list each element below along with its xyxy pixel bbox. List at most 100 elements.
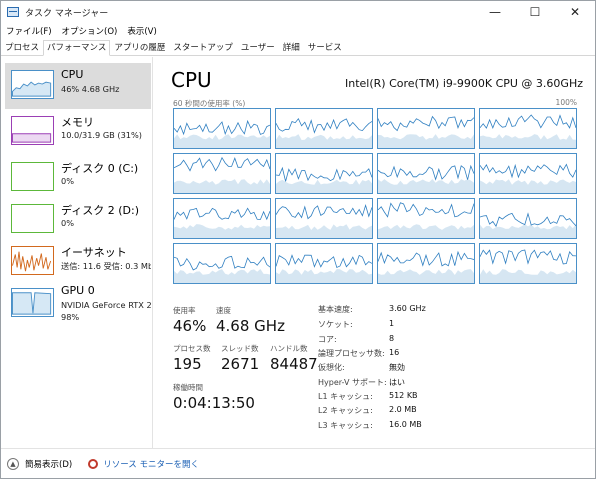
- info-l2-cache-value: 2.0 MB: [389, 405, 417, 414]
- sidebar-item-label: ディスク 0 (C:): [61, 162, 139, 175]
- ethernet-thumbnail-graph: [11, 246, 54, 275]
- disk2-thumbnail-graph: [11, 204, 54, 233]
- logical-processor-graph: [479, 153, 577, 194]
- info-virtualization-value: 無効: [389, 363, 405, 372]
- logical-processor-graph: [275, 108, 373, 149]
- info-l1-cache-value: 512 KB: [389, 391, 418, 400]
- sidebar-item-cpu[interactable]: CPU 46% 4.68 GHz: [5, 63, 151, 109]
- threads-label: スレッド数: [221, 344, 259, 353]
- info-l3-cache-label: L3 キャッシュ:: [318, 421, 373, 430]
- logical-processor-graph: [275, 243, 373, 284]
- uptime-label: 稼働時間: [173, 383, 203, 392]
- tab-performance[interactable]: パフォーマンス: [43, 40, 111, 56]
- graph-max-label: 100%: [555, 98, 577, 107]
- tab-app-history[interactable]: アプリの履歴: [110, 40, 169, 55]
- speed-label: 速度: [216, 306, 231, 315]
- logical-processor-graph: [275, 198, 373, 239]
- tab-strip: プロセス パフォーマンス アプリの履歴 スタートアップ ユーザー 詳細 サービス: [1, 39, 595, 56]
- sidebar-item-memory[interactable]: メモリ 10.0/31.9 GB (31%): [5, 109, 151, 155]
- resource-sidebar: CPU 46% 4.68 GHz メモリ 10.0/31.9 GB (31%) …: [1, 57, 153, 448]
- logical-processor-graph: [173, 153, 271, 194]
- handles-label: ハンドル数: [270, 344, 308, 353]
- chevron-up-icon[interactable]: ▲: [7, 457, 19, 470]
- footer-bar: ▲ 簡易表示(D) リソース モニターを開く: [1, 448, 595, 478]
- window-title: タスク マネージャー: [25, 8, 109, 19]
- task-manager-icon: [7, 7, 19, 17]
- tab-details[interactable]: 詳細: [279, 40, 304, 55]
- logical-processor-graph: [479, 198, 577, 239]
- info-logical-processors-label: 論理プロセッサ数:: [318, 349, 385, 358]
- sidebar-item-detail: 0%: [61, 218, 74, 228]
- sidebar-item-label: イーサネット: [61, 246, 127, 259]
- sidebar-item-detail: 0%: [61, 176, 74, 186]
- menu-file[interactable]: ファイル(F): [1, 25, 57, 37]
- info-virtualization-label: 仮想化:: [318, 363, 345, 372]
- tab-startup[interactable]: スタートアップ: [169, 40, 237, 55]
- less-details-link[interactable]: 簡易表示(D): [25, 458, 72, 470]
- logical-processor-graph: [377, 108, 475, 149]
- menu-view[interactable]: 表示(V): [122, 25, 161, 37]
- info-cores-label: コア:: [318, 335, 337, 344]
- sidebar-item-disk-0[interactable]: ディスク 0 (C:) 0%: [5, 155, 151, 201]
- sidebar-item-label: CPU: [61, 68, 84, 81]
- processes-value: 195: [173, 355, 202, 373]
- sidebar-item-disk-2[interactable]: ディスク 2 (D:) 0%: [5, 197, 151, 243]
- info-base-speed-label: 基本速度:: [318, 305, 353, 314]
- cpu-thumbnail-graph: [11, 70, 54, 99]
- info-hyperv-value: はい: [389, 378, 405, 387]
- maximize-button[interactable]: ☐: [515, 1, 555, 23]
- utilization-label: 使用率: [173, 306, 196, 315]
- tab-services[interactable]: サービス: [304, 40, 346, 55]
- info-sockets-label: ソケット:: [318, 320, 353, 329]
- task-manager-window: タスク マネージャー — ☐ ✕ ファイル(F) オプション(O) 表示(V) …: [0, 0, 596, 479]
- utilization-value: 46%: [173, 317, 207, 335]
- menu-options[interactable]: オプション(O): [57, 25, 123, 37]
- info-logical-processors-value: 16: [389, 348, 400, 357]
- sidebar-item-label: GPU 0: [61, 284, 95, 297]
- sidebar-item-detail: 46% 4.68 GHz: [61, 84, 120, 94]
- logical-processor-graph: [479, 243, 577, 284]
- info-l2-cache-label: L2 キャッシュ:: [318, 406, 373, 415]
- info-l1-cache-label: L1 キャッシュ:: [318, 392, 373, 401]
- title-bar: タスク マネージャー — ☐ ✕: [1, 1, 595, 23]
- info-sockets-value: 1: [389, 319, 395, 328]
- resource-monitor-icon: [88, 458, 99, 469]
- info-hyperv-label: Hyper-V サポート:: [318, 378, 387, 387]
- disk0-thumbnail-graph: [11, 162, 54, 191]
- logical-processor-graph: [173, 243, 271, 284]
- logical-processor-graph: [479, 108, 577, 149]
- uptime-value: 0:04:13:50: [173, 394, 255, 412]
- logical-processor-graphs: [173, 108, 578, 284]
- close-button[interactable]: ✕: [555, 1, 595, 23]
- cpu-model-name: Intel(R) Core(TM) i9-9900K CPU @ 3.60GHz: [345, 77, 583, 90]
- logical-processor-graph: [173, 198, 271, 239]
- sidebar-item-gpu[interactable]: GPU 0 NVIDIA GeForce RTX 20 98%: [5, 279, 151, 335]
- page-title: CPU: [171, 68, 212, 92]
- sidebar-item-label: ディスク 2 (D:): [61, 204, 139, 217]
- processes-label: プロセス数: [173, 344, 211, 353]
- logical-processor-graph: [377, 153, 475, 194]
- info-cores-value: 8: [389, 334, 395, 343]
- resource-monitor-link[interactable]: リソース モニターを開く: [103, 458, 199, 470]
- gpu-thumbnail-graph: [11, 288, 54, 317]
- info-base-speed-value: 3.60 GHz: [389, 304, 426, 313]
- handles-value: 84487: [270, 355, 318, 373]
- menu-bar: ファイル(F) オプション(O) 表示(V): [1, 23, 595, 39]
- logical-processor-graph: [275, 153, 373, 194]
- threads-value: 2671: [221, 355, 260, 373]
- logical-processor-graph: [377, 198, 475, 239]
- sidebar-item-detail: 送信: 11.6 受信: 0.3 Mb: [61, 261, 151, 271]
- memory-thumbnail-graph: [11, 116, 54, 145]
- minimize-button[interactable]: —: [475, 1, 515, 23]
- sidebar-item-detail: 10.0/31.9 GB (31%): [61, 130, 142, 140]
- logical-processor-graph: [173, 108, 271, 149]
- sidebar-item-label: メモリ: [61, 116, 94, 129]
- speed-value: 4.68 GHz: [216, 317, 285, 335]
- sidebar-item-detail-2: 98%: [61, 312, 80, 322]
- info-l3-cache-value: 16.0 MB: [389, 420, 422, 429]
- sidebar-item-detail: NVIDIA GeForce RTX 20: [61, 300, 151, 310]
- logical-processor-graph: [377, 243, 475, 284]
- tab-processes[interactable]: プロセス: [1, 40, 43, 55]
- tab-users[interactable]: ユーザー: [237, 40, 279, 55]
- cpu-detail-panel: CPU Intel(R) Core(TM) i9-9900K CPU @ 3.6…: [154, 57, 595, 448]
